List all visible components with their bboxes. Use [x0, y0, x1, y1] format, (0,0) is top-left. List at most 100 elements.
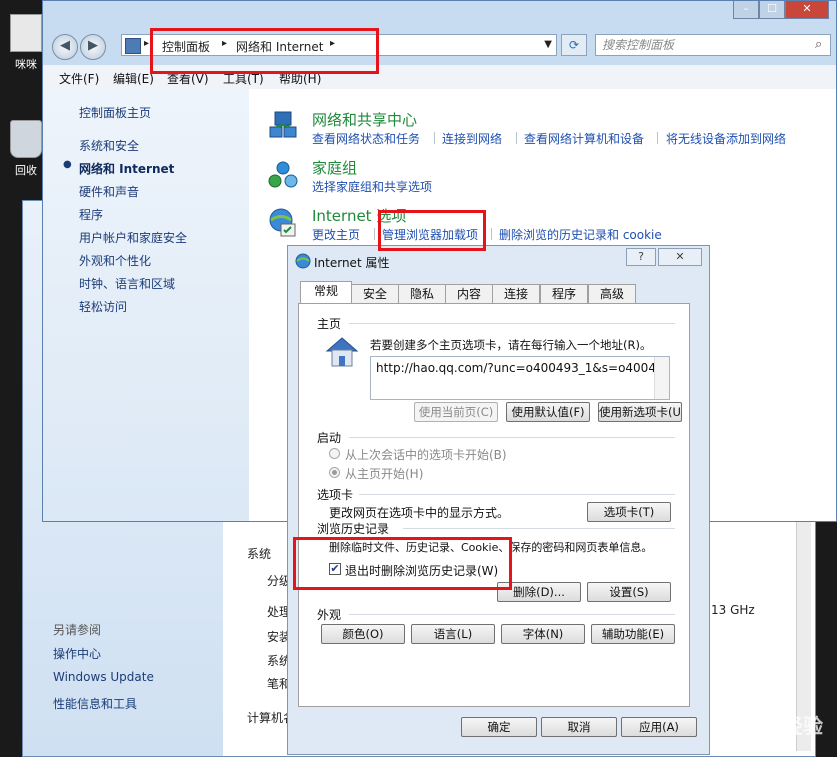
homepage-description: 若要创建多个主页选项卡，请在每行输入一个地址(R)。: [370, 338, 652, 352]
colors-button[interactable]: 颜色(O): [321, 624, 405, 644]
section-divider: [349, 437, 675, 438]
ok-button[interactable]: 确定: [461, 717, 537, 737]
use-default-button[interactable]: 使用默认值(F): [506, 402, 590, 422]
homepage-url-field[interactable]: http://hao.qq.com/?unc=o400493_1&s=o4004…: [370, 356, 670, 400]
watermark: Baidu经验: [718, 714, 823, 738]
internet-properties-dialog: Internet 属性 ? ✕ 常规 安全 隐私 内容 连接 程序 高级 主页 …: [287, 245, 710, 755]
home-icon: [325, 337, 359, 367]
section-divider: [349, 323, 675, 324]
desktop-icon-document[interactable]: 咪咪: [6, 14, 46, 72]
breadcrumb-network-internet[interactable]: 网络和 Internet: [236, 38, 323, 55]
menu-help[interactable]: 帮助(H): [279, 70, 321, 87]
internet-options-icon: [269, 208, 296, 237]
help-button[interactable]: ?: [626, 248, 656, 266]
link-performance-info[interactable]: 性能信息和工具: [53, 695, 137, 712]
menu-view[interactable]: 查看(V): [167, 70, 209, 87]
breadcrumb-arrow-icon: ▸: [144, 38, 150, 49]
address-bar[interactable]: ▸ 控制面板 ▸ 网络和 Internet ▸ ▼: [121, 34, 557, 56]
desktop-icon-label: 回收: [15, 164, 37, 177]
link-separator: [657, 132, 658, 144]
nav-system-security[interactable]: 系统和安全: [79, 137, 139, 154]
document-icon: [10, 14, 42, 52]
link-connect-network[interactable]: 连接到网络: [442, 130, 502, 147]
section-divider: [349, 614, 675, 615]
search-icon[interactable]: ⌕: [815, 37, 822, 52]
minimize-button[interactable]: –: [733, 1, 759, 19]
nav-appearance[interactable]: 外观和个性化: [79, 252, 151, 269]
appearance-heading: 外观: [317, 608, 342, 622]
startup-last-session-radio[interactable]: [329, 448, 340, 459]
breadcrumb-control-panel[interactable]: 控制面板: [162, 38, 210, 55]
refresh-button[interactable]: ⟳: [561, 34, 587, 56]
see-also-heading: 另请参阅: [53, 623, 102, 637]
tabs-heading: 选项卡: [317, 488, 354, 502]
accessibility-button[interactable]: 辅助功能(E): [591, 624, 675, 644]
close-button[interactable]: ✕: [785, 1, 829, 19]
tab-content[interactable]: 内容: [445, 284, 493, 304]
back-button[interactable]: ◀: [52, 34, 78, 60]
use-new-tab-button[interactable]: 使用新选项卡(U): [598, 402, 682, 422]
desktop-icon-recycle-bin[interactable]: 回收: [6, 120, 46, 178]
tab-privacy[interactable]: 隐私: [398, 284, 446, 304]
link-view-network-status[interactable]: 查看网络状态和任务: [312, 130, 420, 147]
maximize-button[interactable]: ☐: [759, 1, 785, 19]
dialog-close-button[interactable]: ✕: [658, 248, 702, 266]
nav-network-internet[interactable]: 网络和 Internet: [79, 160, 174, 177]
tab-advanced[interactable]: 高级: [588, 284, 636, 304]
startup-heading: 启动: [317, 431, 342, 445]
menu-file[interactable]: 文件(F): [59, 70, 99, 87]
section-divider: [359, 494, 675, 495]
tab-programs[interactable]: 程序: [540, 284, 588, 304]
delete-history-button[interactable]: 删除(D)...: [497, 582, 581, 602]
control-panel-icon: [125, 38, 141, 54]
category-network-center[interactable]: 网络和共享中心: [312, 109, 417, 130]
current-item-bullet-icon: ●: [63, 159, 72, 170]
section-divider: [403, 528, 675, 529]
search-input[interactable]: 搜索控制面板: [595, 34, 831, 56]
dialog-title: Internet 属性: [314, 256, 390, 270]
tab-general[interactable]: 常规: [300, 281, 352, 305]
nav-programs[interactable]: 程序: [79, 206, 103, 223]
link-add-wireless-device[interactable]: 将无线设备添加到网络: [666, 130, 786, 147]
category-homegroup[interactable]: 家庭组: [312, 157, 357, 178]
link-change-homepage[interactable]: 更改主页: [312, 226, 360, 243]
forward-button[interactable]: ▶: [80, 34, 106, 60]
homepage-url: http://hao.qq.com/?unc=o400493_1&s=o4004…: [376, 361, 664, 375]
internet-options-icon: [295, 253, 311, 269]
link-delete-history[interactable]: 删除浏览的历史记录和 cookie: [499, 226, 662, 243]
apply-button[interactable]: 应用(A): [621, 717, 697, 737]
link-separator: [491, 228, 492, 240]
link-windows-update[interactable]: Windows Update: [53, 670, 154, 684]
menu-edit[interactable]: 编辑(E): [113, 70, 154, 87]
nav-control-panel-home[interactable]: 控制面板主页: [79, 104, 151, 121]
breadcrumb-arrow-icon: ▸: [330, 38, 336, 49]
link-view-network-computers[interactable]: 查看网络计算机和设备: [524, 130, 644, 147]
link-homegroup-options[interactable]: 选择家庭组和共享选项: [312, 178, 432, 195]
homepage-scrollbar[interactable]: [654, 357, 669, 399]
startup-homepage-radio[interactable]: [329, 467, 340, 478]
nav-clock-language[interactable]: 时钟、语言和区域: [79, 275, 175, 292]
delete-on-exit-checkbox[interactable]: ✔: [329, 563, 341, 575]
nav-hardware-sound[interactable]: 硬件和声音: [79, 183, 139, 200]
recycle-bin-icon: [10, 120, 42, 158]
address-dropdown-icon[interactable]: ▼: [544, 39, 552, 50]
link-action-center[interactable]: 操作中心: [53, 645, 101, 662]
menu-tools[interactable]: 工具(T): [223, 70, 264, 87]
link-manage-addons[interactable]: 管理浏览器加载项: [382, 226, 478, 243]
nav-ease-of-access[interactable]: 轻松访问: [79, 298, 127, 315]
nav-user-accounts[interactable]: 用户帐户和家庭安全: [79, 229, 187, 246]
control-panel-nav: 控制面板主页 系统和安全 ● 网络和 Internet 硬件和声音 程序 用户帐…: [43, 89, 249, 521]
fonts-button[interactable]: 字体(N): [501, 624, 585, 644]
breadcrumb-arrow-icon: ▸: [222, 38, 228, 49]
menu-bar: 文件(F) 编辑(E) 查看(V) 工具(T) 帮助(H): [43, 65, 836, 90]
languages-button[interactable]: 语言(L): [411, 624, 495, 644]
category-internet-options[interactable]: Internet 选项: [312, 205, 406, 226]
history-heading: 浏览历史记录: [317, 522, 390, 536]
cpu-speed-value: 13 GHz: [711, 603, 755, 617]
history-settings-button[interactable]: 设置(S): [587, 582, 671, 602]
tab-connections[interactable]: 连接: [492, 284, 540, 304]
use-current-button[interactable]: 使用当前页(C): [414, 402, 498, 422]
tabs-settings-button[interactable]: 选项卡(T): [587, 502, 671, 522]
cancel-button[interactable]: 取消: [541, 717, 617, 737]
tab-security[interactable]: 安全: [351, 284, 399, 304]
